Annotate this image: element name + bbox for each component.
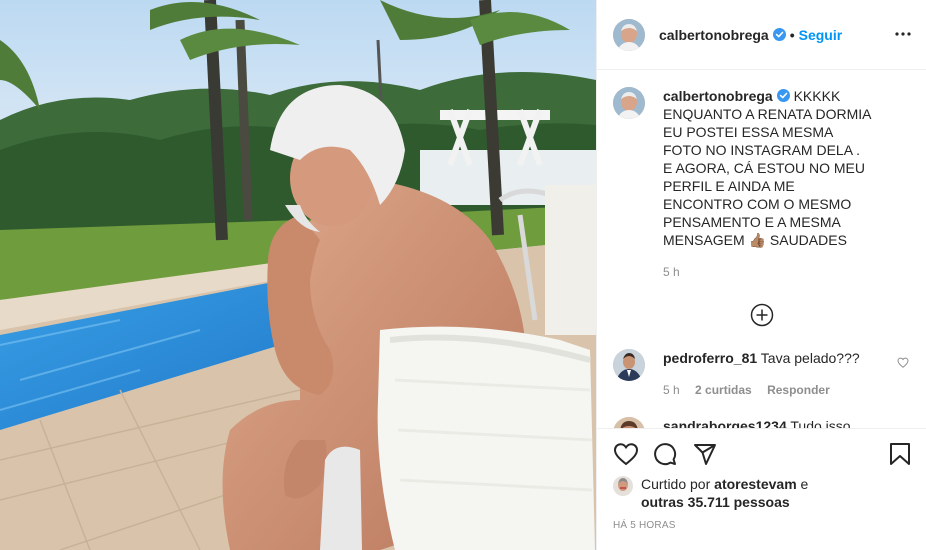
- post-timestamp[interactable]: HÁ 5 HORAS: [613, 520, 911, 531]
- liked-by-avatar-image: [613, 476, 633, 496]
- author-username[interactable]: calbertonobrega: [659, 27, 769, 43]
- comment-avatar-image: [613, 417, 645, 428]
- load-more-icon: [750, 303, 774, 327]
- comment-username[interactable]: pedroferro_81: [663, 350, 757, 366]
- liked-by-avatar[interactable]: [613, 476, 633, 496]
- author-avatar-image: [613, 18, 645, 51]
- post-photo[interactable]: [0, 0, 596, 550]
- share-icon: [694, 444, 716, 465]
- comment-icon: [654, 443, 677, 466]
- comment-item: pedroferro_81 Tava pelado??? 5 h 2 curti…: [613, 349, 911, 399]
- liked-by-connector: e: [800, 476, 809, 492]
- liked-by-others[interactable]: outras 35.711 pessoas: [641, 494, 790, 510]
- liked-by-prefix: Curtido por: [641, 476, 711, 492]
- author-info: calbertonobrega • Seguir: [659, 27, 842, 43]
- reply-button[interactable]: Responder: [767, 383, 830, 397]
- caption-text: KKKKK ENQUANTO A RENATA DORMIA EU POSTEI…: [663, 88, 871, 248]
- post-side-panel: calbertonobrega • Seguir calbertonobrega…: [596, 0, 926, 550]
- post-image: [0, 0, 596, 550]
- comment-body: sandraborges1234 Tudo isso vai...: [663, 417, 879, 428]
- caption-body: calbertonobrega KKKKK ENQUANTO A RENATA …: [663, 87, 871, 281]
- comment-time[interactable]: 5 h: [663, 383, 680, 397]
- author-avatar[interactable]: [613, 18, 645, 51]
- comment-avatar-image: [613, 349, 645, 381]
- comment-username[interactable]: sandraborges1234: [663, 418, 787, 428]
- caption-meta: 5 h: [663, 263, 871, 281]
- caption-avatar-image: [613, 87, 645, 119]
- more-options-button[interactable]: [891, 22, 915, 46]
- liked-by-user[interactable]: atorestevam: [714, 476, 797, 492]
- verified-badge-icon: [772, 28, 786, 41]
- comment-like-button[interactable]: [897, 355, 909, 371]
- comment-avatar[interactable]: [613, 349, 645, 381]
- post-header: calbertonobrega • Seguir: [597, 0, 926, 70]
- comment-item: sandraborges1234 Tudo isso vai...: [613, 417, 911, 428]
- caption: calbertonobrega KKKKK ENQUANTO A RENATA …: [613, 87, 911, 281]
- bookmark-icon: [890, 443, 910, 465]
- share-button[interactable]: [693, 434, 733, 474]
- follow-button[interactable]: Seguir: [799, 27, 843, 43]
- comment-likes[interactable]: 2 curtidas: [695, 383, 752, 397]
- more-options-icon: [895, 32, 911, 36]
- save-button[interactable]: [871, 434, 911, 474]
- liked-by: Curtido por atorestevam e outras 35.711 …: [613, 475, 911, 511]
- comment-meta: 5 h 2 curtidas Responder: [663, 381, 879, 399]
- heart-icon: [613, 443, 639, 466]
- action-icons: [613, 429, 911, 479]
- caption-time[interactable]: 5 h: [663, 265, 680, 279]
- comment-avatar[interactable]: [613, 417, 645, 428]
- comments-list[interactable]: calbertonobrega KKKKK ENQUANTO A RENATA …: [597, 71, 926, 428]
- comment-body: pedroferro_81 Tava pelado??? 5 h 2 curti…: [663, 349, 879, 399]
- comment-text: Tava pelado???: [760, 350, 860, 366]
- caption-username[interactable]: calbertonobrega: [663, 88, 773, 104]
- heart-icon: [897, 357, 909, 368]
- verified-badge-icon: [776, 89, 790, 102]
- post-actions: Curtido por atorestevam e outras 35.711 …: [597, 428, 926, 550]
- header-separator: •: [789, 26, 795, 43]
- instagram-post: calbertonobrega • Seguir calbertonobrega…: [0, 0, 926, 550]
- liked-by-text: Curtido por atorestevam e outras 35.711 …: [641, 475, 808, 511]
- comment-button[interactable]: [653, 434, 693, 474]
- like-button[interactable]: [613, 434, 653, 474]
- load-more-button[interactable]: [613, 303, 911, 327]
- caption-avatar[interactable]: [613, 87, 645, 119]
